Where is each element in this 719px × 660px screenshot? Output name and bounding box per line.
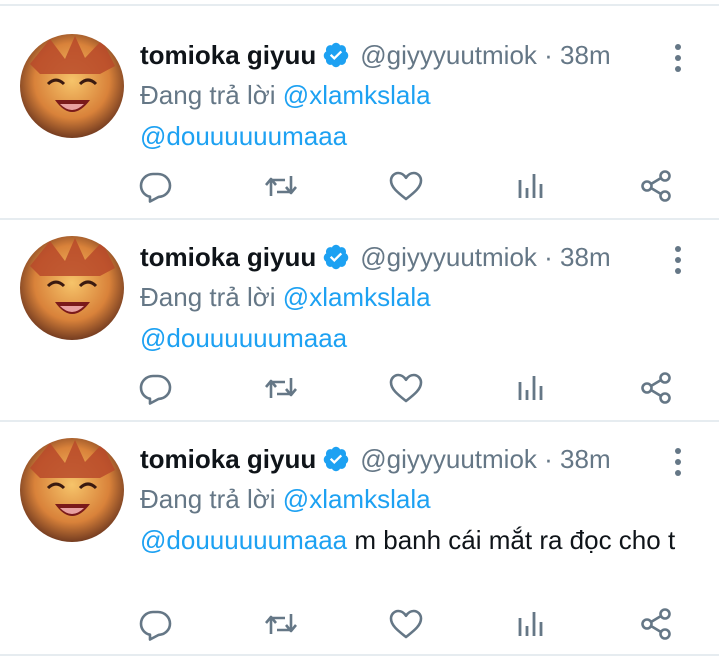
- timestamp[interactable]: · 38m: [544, 40, 610, 70]
- action-bar: [0, 606, 719, 646]
- display-name[interactable]: tomioka giyuu: [140, 40, 316, 70]
- verified-badge-icon: [322, 41, 350, 69]
- more-vertical-icon[interactable]: [665, 44, 691, 74]
- handle[interactable]: @giyyyuutmiok: [360, 444, 537, 474]
- handle[interactable]: @giyyyuutmiok: [360, 242, 537, 272]
- tweet-text: @douuuuuumaaa: [140, 322, 680, 355]
- tweet-header: tomioka giyuu @giyyyuutmiok · 38m: [140, 442, 611, 476]
- avatar[interactable]: [20, 34, 124, 138]
- avatar[interactable]: [20, 236, 124, 340]
- mention-link[interactable]: @douuuuuumaaa: [140, 323, 347, 353]
- avatar[interactable]: [20, 438, 124, 542]
- display-name[interactable]: tomioka giyuu: [140, 444, 316, 474]
- share-icon[interactable]: [638, 606, 674, 642]
- reply-icon[interactable]: [138, 370, 174, 406]
- mention-link[interactable]: @douuuuuumaaa: [140, 121, 347, 151]
- share-icon[interactable]: [638, 370, 674, 406]
- reply-to-link[interactable]: @xlamkslala: [283, 282, 431, 312]
- action-bar: [0, 370, 719, 410]
- tweet-text: @douuuuuumaaa: [140, 120, 680, 153]
- tweet-text: @douuuuuumaaa m banh cái mắt ra đọc cho …: [140, 524, 680, 557]
- more-vertical-icon[interactable]: [665, 448, 691, 478]
- more-vertical-icon[interactable]: [665, 246, 691, 276]
- heart-icon[interactable]: [388, 168, 424, 204]
- reply-context: Đang trả lời @xlamkslala: [140, 482, 431, 516]
- analytics-icon[interactable]: [513, 168, 549, 204]
- retweet-icon[interactable]: [263, 606, 299, 642]
- retweet-icon[interactable]: [263, 370, 299, 406]
- reply-context: Đang trả lời @xlamkslala: [140, 280, 431, 314]
- retweet-icon[interactable]: [263, 168, 299, 204]
- tweet[interactable]: tomioka giyuu @giyyyuutmiok · 38m Đang tr…: [0, 6, 719, 218]
- timestamp[interactable]: · 38m: [544, 444, 610, 474]
- heart-icon[interactable]: [388, 606, 424, 642]
- timestamp[interactable]: · 38m: [544, 242, 610, 272]
- tweet[interactable]: tomioka giyuu @giyyyuutmiok · 38m Đang tr…: [0, 208, 719, 420]
- verified-badge-icon: [322, 243, 350, 271]
- tweet-body: m banh cái mắt ra đọc cho t: [347, 525, 676, 555]
- tweet-header: tomioka giyuu @giyyyuutmiok · 38m: [140, 38, 611, 72]
- reply-prefix: Đang trả lời: [140, 80, 276, 110]
- reply-icon[interactable]: [138, 606, 174, 642]
- action-bar: [0, 168, 719, 208]
- share-icon[interactable]: [638, 168, 674, 204]
- heart-icon[interactable]: [388, 370, 424, 406]
- analytics-icon[interactable]: [513, 606, 549, 642]
- reply-prefix: Đang trả lời: [140, 282, 276, 312]
- reply-context: Đang trả lời @xlamkslala: [140, 78, 431, 112]
- handle[interactable]: @giyyyuutmiok: [360, 40, 537, 70]
- bottom-divider: [0, 654, 719, 656]
- reply-to-link[interactable]: @xlamkslala: [283, 80, 431, 110]
- analytics-icon[interactable]: [513, 370, 549, 406]
- tweet-header: tomioka giyuu @giyyyuutmiok · 38m: [140, 240, 611, 274]
- mention-link[interactable]: @douuuuuumaaa: [140, 525, 347, 555]
- tweet[interactable]: tomioka giyuu @giyyyuutmiok · 38m Đang tr…: [0, 410, 719, 654]
- reply-prefix: Đang trả lời: [140, 484, 276, 514]
- display-name[interactable]: tomioka giyuu: [140, 242, 316, 272]
- verified-badge-icon: [322, 445, 350, 473]
- reply-icon[interactable]: [138, 168, 174, 204]
- reply-to-link[interactable]: @xlamkslala: [283, 484, 431, 514]
